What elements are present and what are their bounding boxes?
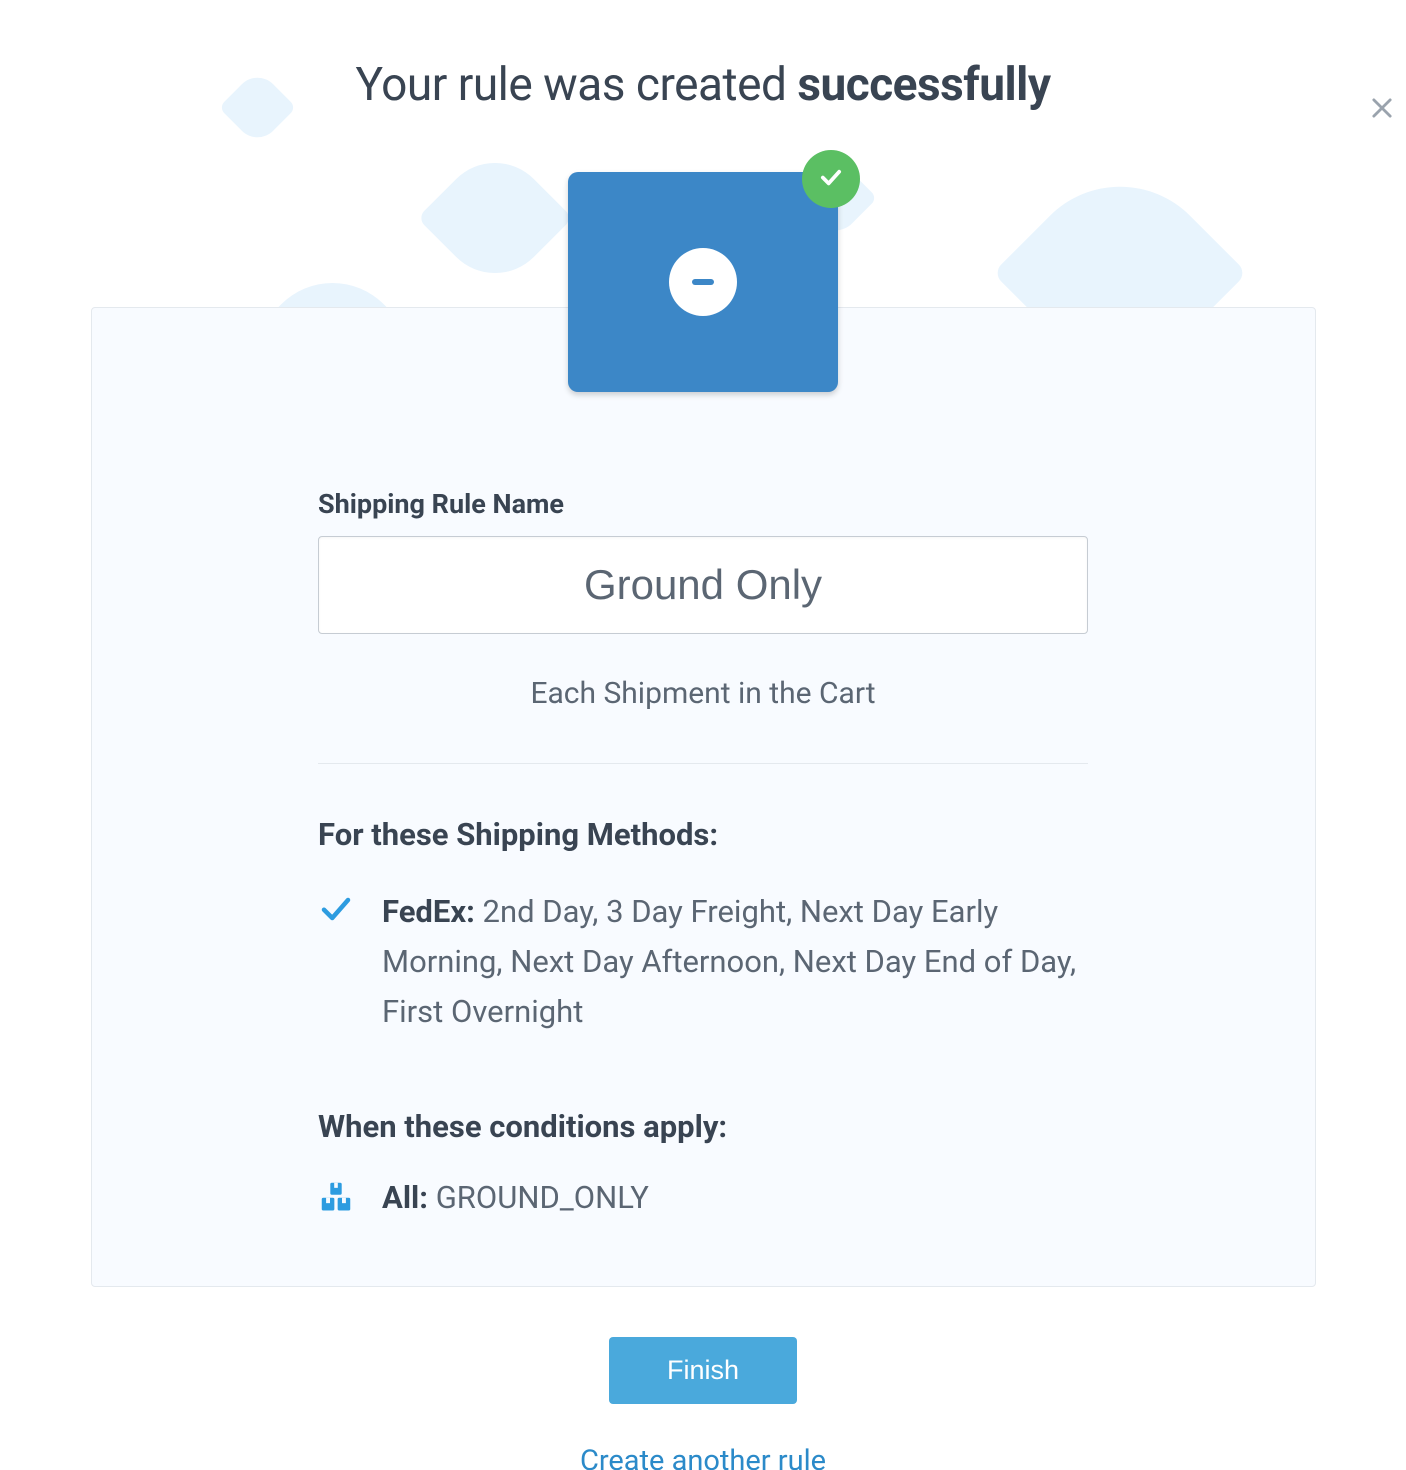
condition-row: All: GROUND_ONLY — [318, 1179, 1088, 1216]
close-icon — [1368, 94, 1396, 126]
actions-region: Finish Create another rule — [0, 1337, 1406, 1470]
close-button[interactable] — [1358, 86, 1406, 134]
condition-qualifier-label: All: — [382, 1179, 428, 1216]
rule-icon-stage — [568, 172, 838, 392]
rule-name-input-wrap[interactable] — [318, 536, 1088, 634]
create-another-link[interactable]: Create another rule — [0, 1444, 1406, 1470]
success-badge — [802, 150, 860, 208]
method-text: FedEx: 2nd Day, 3 Day Freight, Next Day … — [382, 887, 1088, 1038]
method-list-text: 2nd Day, 3 Day Freight, Next Day Early M… — [382, 893, 1076, 1030]
methods-heading: For these Shipping Methods: — [318, 816, 1088, 853]
rule-name-input[interactable] — [339, 561, 1067, 609]
rule-name-label: Shipping Rule Name — [318, 488, 1088, 520]
page-title-emphasis: successfully — [797, 58, 1050, 112]
conditions-heading: When these conditions apply: — [318, 1108, 1088, 1145]
checkmark-icon — [817, 163, 845, 195]
sparkle-decoration — [417, 140, 573, 296]
checkmark-icon — [318, 891, 354, 927]
rule-card-icon — [568, 172, 838, 392]
condition-value: GROUND_ONLY — [436, 1179, 649, 1216]
summary-panel: Shipping Rule Name Each Shipment in the … — [91, 307, 1316, 1287]
scope-caption: Each Shipment in the Cart — [318, 676, 1088, 711]
page-title-prefix: Your rule was created — [355, 58, 797, 112]
condition-text: All: GROUND_ONLY — [382, 1179, 649, 1216]
minus-circle-icon — [669, 248, 737, 316]
finish-button[interactable]: Finish — [609, 1337, 797, 1404]
boxes-icon — [318, 1179, 354, 1215]
page-title: Your rule was created successfully — [0, 58, 1406, 112]
method-row: FedEx: 2nd Day, 3 Day Freight, Next Day … — [318, 887, 1088, 1038]
method-carrier-label: FedEx: — [382, 893, 475, 930]
section-divider — [318, 763, 1088, 764]
